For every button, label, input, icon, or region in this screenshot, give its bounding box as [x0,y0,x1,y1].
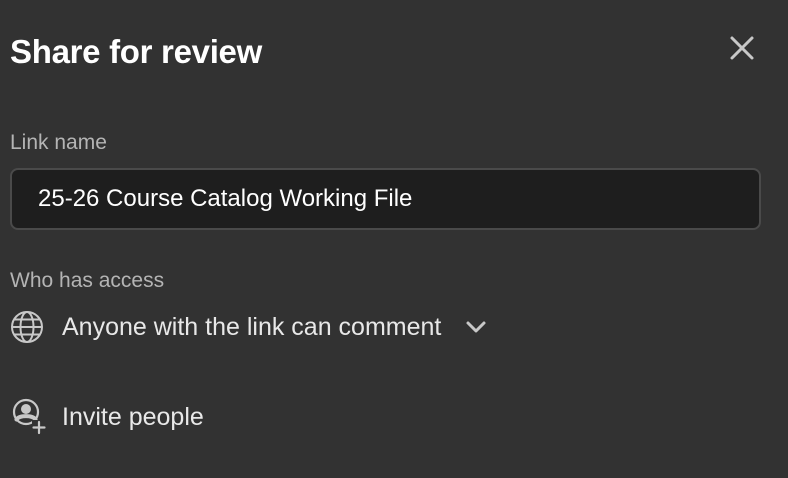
close-icon [730,36,754,60]
globe-icon [10,310,44,344]
link-name-input[interactable] [10,168,761,230]
chevron-down-icon [463,314,489,340]
link-name-label: Link name [10,131,107,154]
share-for-review-panel: Share for review Link name Who has acces… [0,0,788,478]
access-selected-value: Anyone with the link can comment [62,313,442,341]
add-person-icon [10,398,48,436]
invite-people-button[interactable]: Invite people [10,396,204,438]
access-dropdown[interactable]: Anyone with the link can comment [10,306,489,348]
who-has-access-label: Who has access [10,269,165,292]
close-button[interactable] [722,28,762,68]
invite-people-label: Invite people [62,403,204,431]
dialog-title: Share for review [10,33,262,70]
